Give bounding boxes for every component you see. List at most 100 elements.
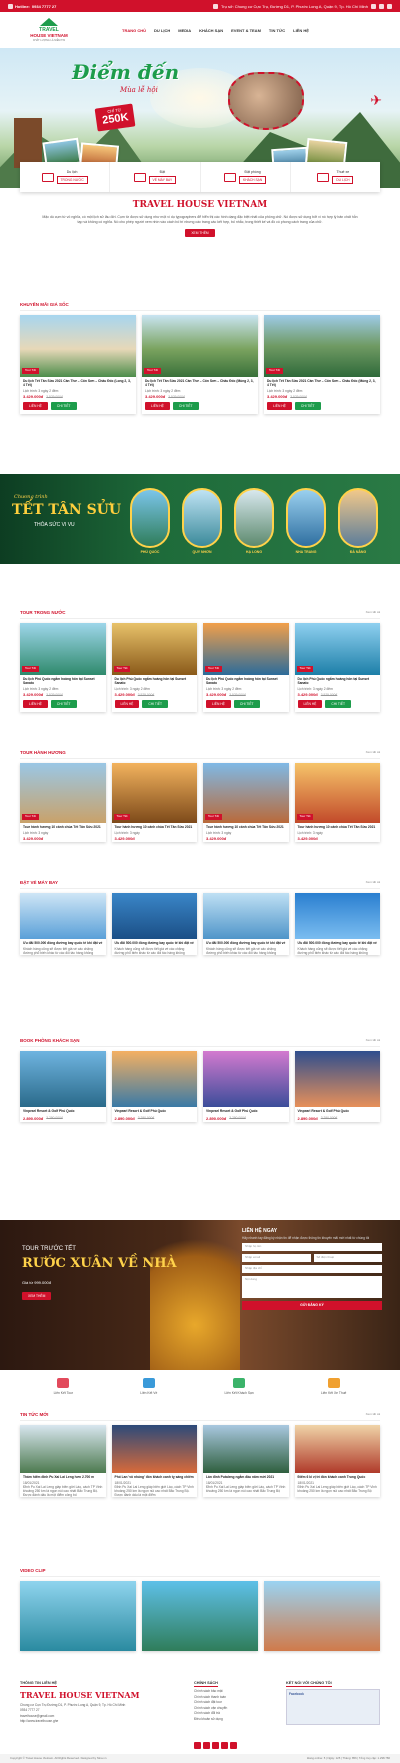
service-button[interactable]: TRONG NƯỚC <box>56 175 88 184</box>
tour-name[interactable]: Du lịch Phú Quốc ngắm hoàng hôn tại Suns… <box>295 675 381 688</box>
hotel-image[interactable] <box>294 1050 380 1107</box>
hotel-name[interactable]: Vinpearl Resort & Golf Phú Quốc <box>203 1107 289 1115</box>
news-title[interactable]: Lần đỉnh Putaleng ngắm đầu năm mới 2021 <box>203 1473 289 1481</box>
view-all-link[interactable]: Xem tất cả <box>366 880 380 885</box>
nav-item-hotels[interactable]: KHÁCH SẠN <box>195 25 227 36</box>
nav-item-events[interactable]: EVENT & TEAM <box>227 25 265 36</box>
detail-button[interactable]: CHI TIẾT <box>172 402 199 411</box>
news-image[interactable] <box>203 1424 289 1473</box>
news-card[interactable]: Lần đỉnh Putaleng ngắm đầu năm mới 2021 1… <box>203 1424 289 1498</box>
tour-name[interactable]: Tour hành hương 10 cảnh chùa Tết Tân Sửu… <box>295 823 381 831</box>
link-tour[interactable]: Liên Kết Tour <box>54 1378 73 1395</box>
tour-card[interactable]: Tour Tết Tour hành hương 10 cảnh chùa Tết… <box>20 762 106 843</box>
news-card[interactable]: Điểm 6 kỉ vị trí đón khách canh Trung Qu… <box>294 1424 381 1498</box>
youtube-icon[interactable] <box>212 1742 219 1749</box>
flight-card[interactable]: Ưu đãi 500.000 đồng đường bay quốc tế kh… <box>111 892 198 956</box>
tet-banner[interactable]: Chương trình TẾT TÂN SỬU THỎA SỨC VI VU … <box>0 474 400 564</box>
email-field[interactable]: Nhập email <box>242 1254 311 1263</box>
link-ticket[interactable]: Liên Kết Vé <box>140 1378 157 1395</box>
hotel-name[interactable]: Vinpearl Resort & Golf Phú Quốc <box>20 1107 106 1115</box>
news-image[interactable] <box>20 1424 106 1473</box>
flight-card[interactable]: Ưu đãi 500.000 đồng đường bay quốc tế kh… <box>294 892 381 956</box>
flight-title[interactable]: Ưu đãi 500.000 đồng đường bay quốc tế kh… <box>203 939 289 947</box>
news-title[interactable]: Điểm 6 kỉ vị trí đón khách canh Trung Qu… <box>295 1473 381 1481</box>
service-button[interactable]: DU LỊCH <box>332 175 354 184</box>
tour-image[interactable]: Tour Tết <box>203 622 289 675</box>
view-all-link[interactable]: Xem tất cả <box>366 610 380 615</box>
hotel-card[interactable]: Vinpearl Resort & Golf Phú Quốc 2.890.000… <box>111 1050 198 1122</box>
detail-button[interactable]: CHI TIẾT <box>142 700 169 709</box>
news-image[interactable] <box>294 1424 380 1473</box>
view-all-link[interactable]: Xem tất cả <box>366 1412 380 1417</box>
name-field[interactable]: Nhập họ tên <box>242 1243 382 1252</box>
flight-card[interactable]: Ưu đãi 500.000 đồng đường bay quốc tế kh… <box>203 892 289 956</box>
tour-image[interactable]: Tour Tết <box>264 314 380 377</box>
tour-image[interactable]: Tour Tết <box>111 762 197 823</box>
service-flight[interactable]: Đặt VÉ MÁY BAY <box>110 162 201 192</box>
news-card[interactable]: Thám hiểm đỉnh Pu Xai Lai Leng hơn 2.700… <box>20 1424 106 1498</box>
tour-name[interactable]: Du lịch Phú Quốc ngắm hoàng hôn tại Suns… <box>20 675 106 688</box>
hotel-card[interactable]: Vinpearl Resort & Golf Phú Quốc 2.890.000… <box>294 1050 381 1122</box>
tour-name[interactable]: Tour hành hương 10 cảnh chùa Tết Tân Sửu… <box>112 823 198 831</box>
flight-image[interactable] <box>111 892 197 939</box>
facebook-icon[interactable] <box>371 3 376 9</box>
tour-card[interactable]: Tour Tết Du lịch Phú Quốc ngắm hoàng hôn … <box>203 622 289 713</box>
nav-item-contact[interactable]: LIÊN HỆ <box>289 25 313 36</box>
logo[interactable]: TRAVEL HOUSE VIETNAM CHẤT LƯỢNG LÀ NIỀM … <box>8 14 90 46</box>
flight-title[interactable]: Ưu đãi 500.000 đồng đường bay quốc tế kh… <box>112 939 198 947</box>
address-field[interactable]: Nhập địa chỉ <box>242 1265 382 1274</box>
nav-item-tours[interactable]: DU LỊCH <box>150 25 174 36</box>
hotel-name[interactable]: Vinpearl Resort & Golf Phú Quốc <box>295 1107 381 1115</box>
news-title[interactable]: Phố Lan 'vô nhúng' đón khách canh tỵ sán… <box>112 1473 198 1481</box>
destination-ha-long[interactable]: HẠ LONG <box>232 488 276 554</box>
detail-button[interactable]: CHI TIẾT <box>50 402 77 411</box>
service-button[interactable]: KHÁCH SẠN <box>239 175 267 184</box>
hotel-card[interactable]: Vinpearl Resort & Golf Phú Quốc 2.890.000… <box>203 1050 289 1122</box>
contact-button[interactable]: LIÊN HỆ <box>23 402 48 411</box>
tour-image[interactable]: Tour Tết <box>20 622 106 675</box>
read-more-button[interactable]: XEM THÊM <box>185 229 215 238</box>
view-all-link[interactable]: Xem tất cả <box>366 1038 380 1043</box>
contact-button[interactable]: LIÊN HỆ <box>114 700 140 709</box>
news-title[interactable]: Thám hiểm đỉnh Pu Xai Lai Leng hơn 2.700… <box>20 1473 106 1481</box>
tour-name[interactable]: Tour hành hương 10 cảnh chùa Tết Tân Sửu… <box>203 823 289 831</box>
tour-image[interactable]: Tour Tết <box>294 762 380 823</box>
tour-card[interactable]: Tour Tết Du lịch Phú Quốc ngắm hoàng hôn … <box>20 622 106 713</box>
destination-quy-nhon[interactable]: QUY NHƠN <box>180 488 224 554</box>
hotel-card[interactable]: Vinpearl Resort & Golf Phú Quốc 2.890.000… <box>20 1050 106 1122</box>
video-thumb[interactable] <box>142 1580 258 1651</box>
flight-card[interactable]: Ưu đãi 500.000 đồng đường bay quốc tế kh… <box>20 892 106 956</box>
tour-image[interactable]: Tour Tết <box>20 314 136 377</box>
flight-image[interactable] <box>203 892 289 939</box>
tour-card[interactable]: Tour Tết Du lịch Phú Quốc ngắm hoàng hôn … <box>111 622 197 713</box>
video-thumb[interactable] <box>264 1580 380 1651</box>
link-car[interactable]: Liên Kết Xe Thuê <box>321 1378 346 1395</box>
facebook-widget[interactable]: Facebook <box>286 1689 380 1726</box>
footer-website[interactable]: http://www.travelhouse.ghe <box>20 1719 170 1724</box>
tour-name[interactable]: Du lịch Tết Tân Sửu 2021 Cần Thơ – Côn S… <box>20 377 136 390</box>
link-hotel[interactable]: Liên Kết Khách Sạn <box>225 1378 254 1395</box>
tour-name[interactable]: Du lịch Tết Tân Sửu 2021 Cần Thơ – Côn S… <box>264 377 380 390</box>
hotel-name[interactable]: Vinpearl Resort & Golf Phú Quốc <box>112 1107 198 1115</box>
twitter-icon[interactable] <box>203 1742 210 1749</box>
flight-title[interactable]: Ưu đãi 500.000 đồng đường bay quốc tế kh… <box>20 939 106 947</box>
facebook-icon[interactable] <box>194 1742 201 1749</box>
message-field[interactable]: Nội dung <box>242 1276 382 1299</box>
service-domestic[interactable]: Du lịch TRONG NƯỚC <box>20 162 111 192</box>
detail-button[interactable]: CHI TIẾT <box>325 700 352 709</box>
flight-image[interactable] <box>20 892 106 939</box>
flight-title[interactable]: Ưu đãi 500.000 đồng đường bay quốc tế kh… <box>295 939 381 947</box>
contact-button[interactable]: LIÊN HỆ <box>267 402 292 411</box>
hotel-image[interactable] <box>111 1050 197 1107</box>
destination-da-nang[interactable]: ĐÀ NẴNG <box>336 488 380 554</box>
hotel-image[interactable] <box>20 1050 106 1107</box>
detail-button[interactable]: CHI TIẾT <box>233 700 260 709</box>
instagram-icon[interactable] <box>387 3 392 9</box>
video-thumb[interactable] <box>20 1580 136 1651</box>
tour-card[interactable]: Tour Tết Du lịch Tết Tân Sửu 2021 Cần Thơ… <box>20 314 136 415</box>
contact-button[interactable]: LIÊN HỆ <box>206 700 231 709</box>
detail-button[interactable]: CHI TIẾT <box>50 700 77 709</box>
tour-name[interactable]: Tour hành hương 10 cảnh chùa Tết Tân Sửu… <box>20 823 106 831</box>
tour-card[interactable]: Tour Tết Du lịch Phú Quốc ngắm hoàng hôn … <box>294 622 381 713</box>
tour-image[interactable]: Tour Tết <box>111 622 197 675</box>
